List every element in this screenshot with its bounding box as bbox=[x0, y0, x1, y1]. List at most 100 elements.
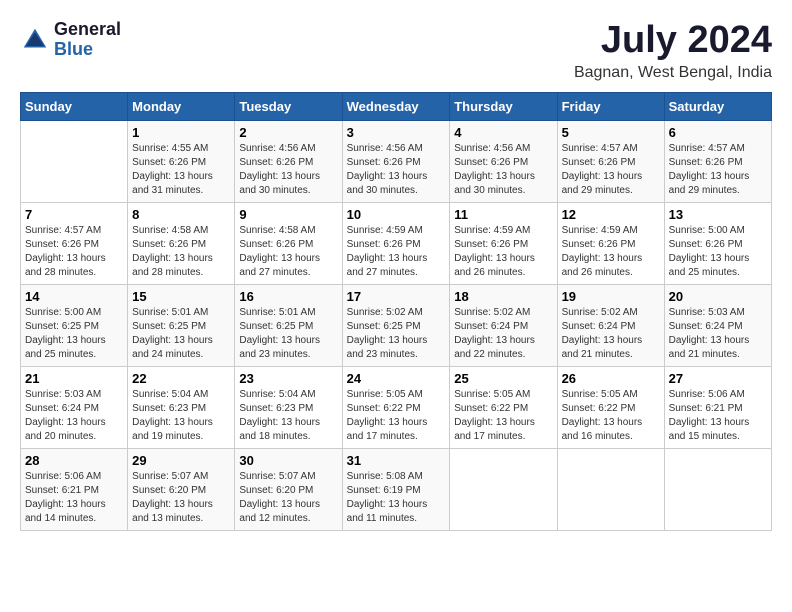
day-number: 15 bbox=[132, 289, 230, 304]
month-title: July 2024 bbox=[574, 20, 772, 62]
day-detail: Sunrise: 4:56 AM Sunset: 6:26 PM Dayligh… bbox=[347, 142, 446, 198]
day-number: 12 bbox=[562, 207, 660, 222]
table-row: 16 Sunrise: 5:01 AM Sunset: 6:25 PM Dayli… bbox=[235, 284, 342, 366]
table-row: 5 Sunrise: 4:57 AM Sunset: 6:26 PM Daylig… bbox=[557, 120, 664, 202]
week-row-4: 21 Sunrise: 5:03 AM Sunset: 6:24 PM Dayli… bbox=[21, 366, 772, 448]
table-row: 18 Sunrise: 5:02 AM Sunset: 6:24 PM Dayli… bbox=[450, 284, 557, 366]
table-row: 26 Sunrise: 5:05 AM Sunset: 6:22 PM Dayli… bbox=[557, 366, 664, 448]
calendar-table: SundayMondayTuesdayWednesdayThursdayFrid… bbox=[20, 92, 772, 531]
table-row: 28 Sunrise: 5:06 AM Sunset: 6:21 PM Dayli… bbox=[21, 448, 128, 530]
week-row-3: 14Sunrise: 5:00 AM Sunset: 6:25 PM Dayli… bbox=[21, 284, 772, 366]
day-detail: Sunrise: 4:59 AM Sunset: 6:26 PM Dayligh… bbox=[347, 224, 446, 280]
day-number: 29 bbox=[132, 453, 230, 468]
table-row: 31Sunrise: 5:08 AM Sunset: 6:19 PM Dayli… bbox=[342, 448, 450, 530]
title-area: July 2024 Bagnan, West Bengal, India bbox=[574, 20, 772, 82]
day-number: 24 bbox=[347, 371, 446, 386]
day-number: 22 bbox=[132, 371, 230, 386]
day-number: 28 bbox=[25, 453, 123, 468]
day-number: 25 bbox=[454, 371, 552, 386]
table-row: 29 Sunrise: 5:07 AM Sunset: 6:20 PM Dayli… bbox=[128, 448, 235, 530]
logo-blue: Blue bbox=[54, 40, 121, 60]
day-detail: Sunrise: 4:55 AM Sunset: 6:26 PM Dayligh… bbox=[132, 142, 230, 198]
table-row: 8 Sunrise: 4:58 AM Sunset: 6:26 PM Daylig… bbox=[128, 202, 235, 284]
day-number: 23 bbox=[239, 371, 337, 386]
table-row: 3 Sunrise: 4:56 AM Sunset: 6:26 PM Daylig… bbox=[342, 120, 450, 202]
logo-text: General Blue bbox=[54, 20, 121, 60]
day-detail: Sunrise: 5:07 AM Sunset: 6:20 PM Dayligh… bbox=[132, 470, 230, 526]
day-detail: Sunrise: 5:05 AM Sunset: 6:22 PM Dayligh… bbox=[454, 388, 552, 444]
day-detail: Sunrise: 4:59 AM Sunset: 6:26 PM Dayligh… bbox=[454, 224, 552, 280]
day-detail: Sunrise: 5:06 AM Sunset: 6:21 PM Dayligh… bbox=[25, 470, 123, 526]
day-number: 26 bbox=[562, 371, 660, 386]
logo-icon bbox=[20, 25, 50, 55]
logo: General Blue bbox=[20, 20, 121, 60]
day-detail: Sunrise: 4:58 AM Sunset: 6:26 PM Dayligh… bbox=[239, 224, 337, 280]
day-detail: Sunrise: 5:03 AM Sunset: 6:24 PM Dayligh… bbox=[669, 306, 767, 362]
day-number: 1 bbox=[132, 125, 230, 140]
day-number: 2 bbox=[239, 125, 337, 140]
table-row: 17Sunrise: 5:02 AM Sunset: 6:25 PM Dayli… bbox=[342, 284, 450, 366]
table-row bbox=[450, 448, 557, 530]
day-detail: Sunrise: 5:02 AM Sunset: 6:24 PM Dayligh… bbox=[454, 306, 552, 362]
day-number: 16 bbox=[239, 289, 337, 304]
table-row: 25 Sunrise: 5:05 AM Sunset: 6:22 PM Dayli… bbox=[450, 366, 557, 448]
day-detail: Sunrise: 5:03 AM Sunset: 6:24 PM Dayligh… bbox=[25, 388, 123, 444]
table-row: 23 Sunrise: 5:04 AM Sunset: 6:23 PM Dayli… bbox=[235, 366, 342, 448]
day-detail: Sunrise: 5:05 AM Sunset: 6:22 PM Dayligh… bbox=[347, 388, 446, 444]
table-row: 12 Sunrise: 4:59 AM Sunset: 6:26 PM Dayli… bbox=[557, 202, 664, 284]
day-number: 18 bbox=[454, 289, 552, 304]
day-detail: Sunrise: 5:01 AM Sunset: 6:25 PM Dayligh… bbox=[239, 306, 337, 362]
header-sunday: Sunday bbox=[21, 92, 128, 120]
table-row: 27Sunrise: 5:06 AM Sunset: 6:21 PM Dayli… bbox=[664, 366, 771, 448]
week-row-5: 28 Sunrise: 5:06 AM Sunset: 6:21 PM Dayli… bbox=[21, 448, 772, 530]
table-row: 24 Sunrise: 5:05 AM Sunset: 6:22 PM Dayli… bbox=[342, 366, 450, 448]
day-number: 21 bbox=[25, 371, 123, 386]
header-monday: Monday bbox=[128, 92, 235, 120]
day-detail: Sunrise: 5:02 AM Sunset: 6:24 PM Dayligh… bbox=[562, 306, 660, 362]
header-friday: Friday bbox=[557, 92, 664, 120]
day-number: 6 bbox=[669, 125, 767, 140]
day-detail: Sunrise: 4:57 AM Sunset: 6:26 PM Dayligh… bbox=[562, 142, 660, 198]
day-detail: Sunrise: 5:00 AM Sunset: 6:26 PM Dayligh… bbox=[669, 224, 767, 280]
table-row: 21 Sunrise: 5:03 AM Sunset: 6:24 PM Dayli… bbox=[21, 366, 128, 448]
day-number: 27 bbox=[669, 371, 767, 386]
table-row: 4Sunrise: 4:56 AM Sunset: 6:26 PM Daylig… bbox=[450, 120, 557, 202]
table-row bbox=[21, 120, 128, 202]
day-detail: Sunrise: 5:05 AM Sunset: 6:22 PM Dayligh… bbox=[562, 388, 660, 444]
day-number: 3 bbox=[347, 125, 446, 140]
header-wednesday: Wednesday bbox=[342, 92, 450, 120]
table-row: 10Sunrise: 4:59 AM Sunset: 6:26 PM Dayli… bbox=[342, 202, 450, 284]
table-row: 30Sunrise: 5:07 AM Sunset: 6:20 PM Dayli… bbox=[235, 448, 342, 530]
table-row: 22 Sunrise: 5:04 AM Sunset: 6:23 PM Dayli… bbox=[128, 366, 235, 448]
day-number: 31 bbox=[347, 453, 446, 468]
day-number: 20 bbox=[669, 289, 767, 304]
day-detail: Sunrise: 5:02 AM Sunset: 6:25 PM Dayligh… bbox=[347, 306, 446, 362]
location: Bagnan, West Bengal, India bbox=[574, 64, 772, 82]
day-detail: Sunrise: 4:57 AM Sunset: 6:26 PM Dayligh… bbox=[669, 142, 767, 198]
table-row bbox=[557, 448, 664, 530]
day-number: 9 bbox=[239, 207, 337, 222]
day-number: 5 bbox=[562, 125, 660, 140]
day-number: 13 bbox=[669, 207, 767, 222]
day-number: 14 bbox=[25, 289, 123, 304]
day-number: 11 bbox=[454, 207, 552, 222]
page-header: General Blue July 2024 Bagnan, West Beng… bbox=[20, 20, 772, 82]
day-detail: Sunrise: 4:59 AM Sunset: 6:26 PM Dayligh… bbox=[562, 224, 660, 280]
table-row: 1 Sunrise: 4:55 AM Sunset: 6:26 PM Daylig… bbox=[128, 120, 235, 202]
table-row: 7Sunrise: 4:57 AM Sunset: 6:26 PM Daylig… bbox=[21, 202, 128, 284]
day-detail: Sunrise: 4:57 AM Sunset: 6:26 PM Dayligh… bbox=[25, 224, 123, 280]
table-row: 19Sunrise: 5:02 AM Sunset: 6:24 PM Dayli… bbox=[557, 284, 664, 366]
day-detail: Sunrise: 5:07 AM Sunset: 6:20 PM Dayligh… bbox=[239, 470, 337, 526]
day-detail: Sunrise: 4:56 AM Sunset: 6:26 PM Dayligh… bbox=[239, 142, 337, 198]
table-row: 6 Sunrise: 4:57 AM Sunset: 6:26 PM Daylig… bbox=[664, 120, 771, 202]
week-row-1: 1 Sunrise: 4:55 AM Sunset: 6:26 PM Daylig… bbox=[21, 120, 772, 202]
day-number: 4 bbox=[454, 125, 552, 140]
day-detail: Sunrise: 5:04 AM Sunset: 6:23 PM Dayligh… bbox=[132, 388, 230, 444]
day-number: 8 bbox=[132, 207, 230, 222]
day-detail: Sunrise: 5:04 AM Sunset: 6:23 PM Dayligh… bbox=[239, 388, 337, 444]
day-detail: Sunrise: 4:58 AM Sunset: 6:26 PM Dayligh… bbox=[132, 224, 230, 280]
table-row: 11 Sunrise: 4:59 AM Sunset: 6:26 PM Dayli… bbox=[450, 202, 557, 284]
table-row: 14Sunrise: 5:00 AM Sunset: 6:25 PM Dayli… bbox=[21, 284, 128, 366]
header-thursday: Thursday bbox=[450, 92, 557, 120]
header-tuesday: Tuesday bbox=[235, 92, 342, 120]
